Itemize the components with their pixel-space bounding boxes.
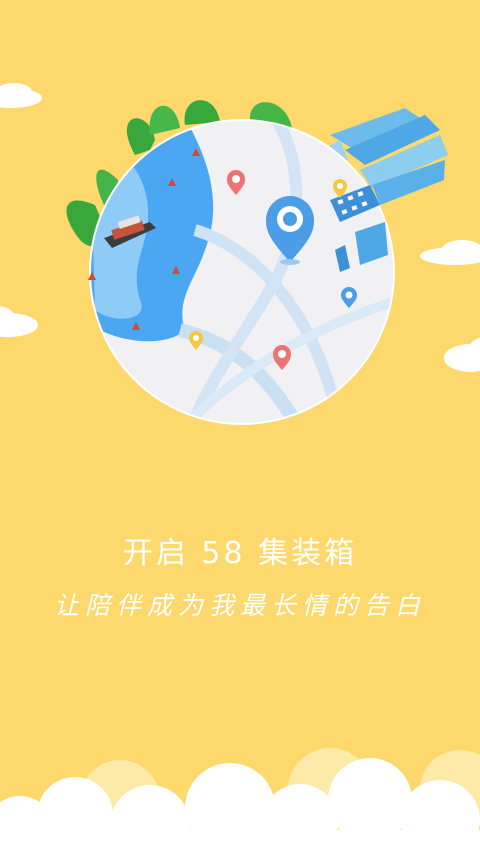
splash-illustration <box>0 83 480 853</box>
splash-subtitle: 让陪伴成为我最长情的告白 <box>53 591 426 620</box>
cloud-icon <box>0 306 38 337</box>
map-globe <box>89 119 395 425</box>
cloud-icon <box>0 83 42 108</box>
splash-title: 开启 58 集装箱 <box>122 536 358 571</box>
cloud-icon <box>0 748 480 853</box>
cloud-icon <box>420 240 480 265</box>
cloud-icon <box>444 337 480 372</box>
